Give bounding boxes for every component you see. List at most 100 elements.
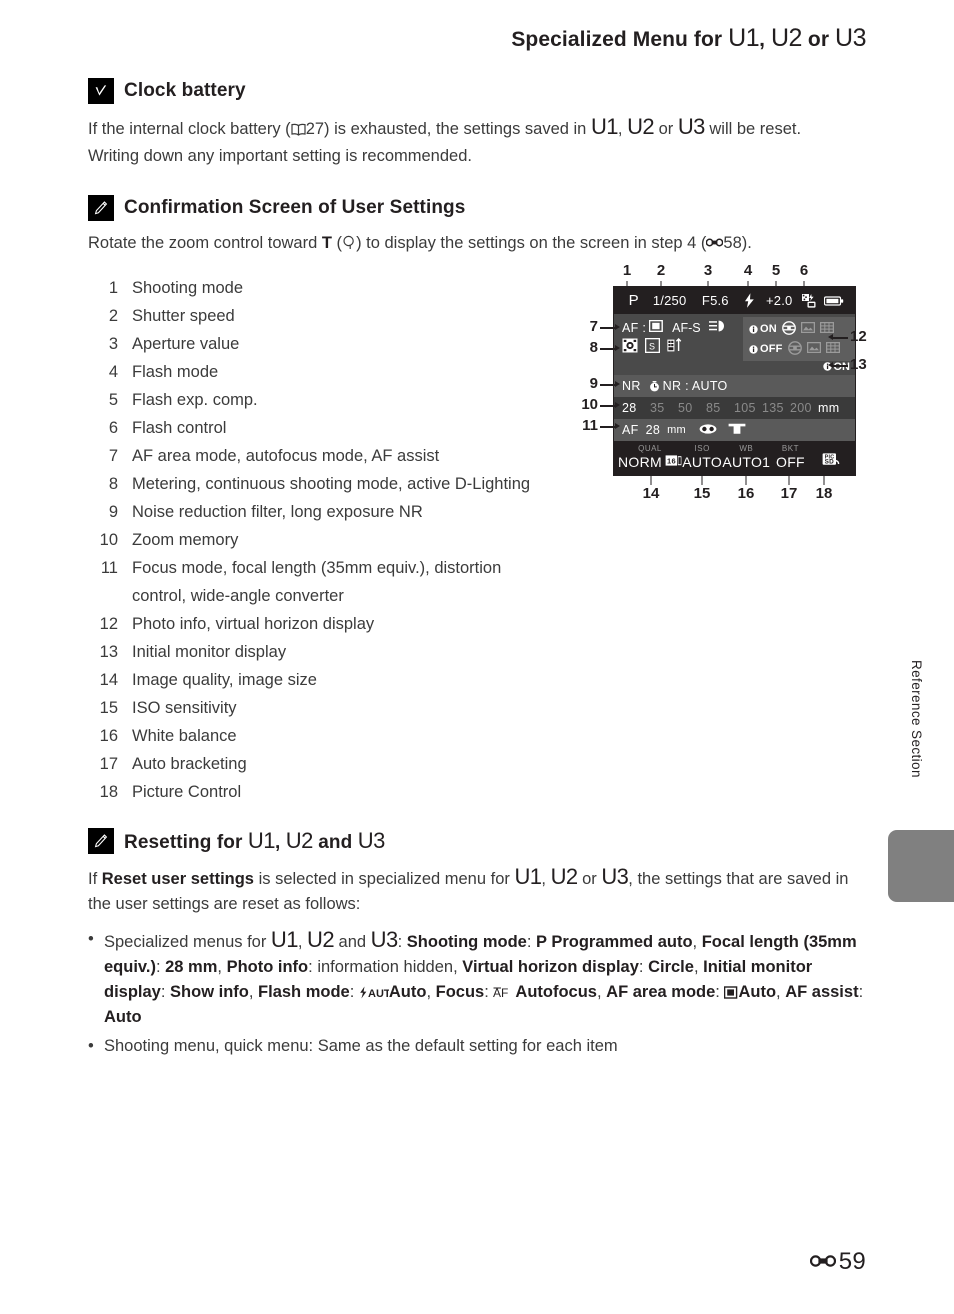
distortion-control-icon bbox=[699, 423, 717, 438]
clock-u2: U2 bbox=[627, 114, 655, 139]
resetting-u1: U1 bbox=[247, 828, 276, 853]
magnifier-tele-icon bbox=[342, 233, 356, 258]
aperture-value: F5.6 bbox=[701, 293, 729, 308]
callout-12: 12 bbox=[850, 328, 867, 345]
confirmation-intro: Rotate the zoom control toward T () to d… bbox=[88, 231, 874, 258]
list-item-number: 4 bbox=[108, 363, 118, 381]
pencil-note-icon bbox=[88, 828, 114, 854]
af-area-auto-icon bbox=[724, 983, 738, 1001]
callout-9: 9 bbox=[589, 375, 598, 392]
callout-11: 11 bbox=[582, 417, 598, 434]
camera-monitor-screen: P 1/250 F5.6 +2.0 AF : AF-S S ON OFF NR … bbox=[613, 286, 856, 476]
list-item-number: 6 bbox=[108, 419, 118, 437]
callout-16: 16 bbox=[737, 485, 755, 502]
clock-body-part-b: ) is exhausted, the settings saved in bbox=[324, 120, 591, 138]
list-item: • Shooting menu, quick menu: Same as the… bbox=[88, 1034, 874, 1059]
list-item: 5 Flash exp. comp. bbox=[88, 386, 558, 414]
list-item-label: Photo info, virtual horizon display bbox=[132, 615, 375, 633]
framing-grid-icon bbox=[825, 341, 840, 356]
zoom-mem-50: 50 bbox=[678, 401, 693, 415]
val-photo-info: information hidden bbox=[317, 958, 454, 976]
resetting-u2: U2 bbox=[285, 828, 314, 853]
list-item-number: 14 bbox=[99, 671, 118, 689]
list-item: 2 Shutter speed bbox=[88, 302, 558, 330]
photo-info-row-off: OFF bbox=[749, 339, 851, 359]
page-content: Clock battery If the internal clock batt… bbox=[88, 78, 874, 1063]
confirmation-intro-b: ( bbox=[331, 234, 343, 252]
zoom-t-label: T bbox=[321, 234, 332, 252]
page-number: 59 bbox=[838, 1248, 866, 1275]
list-item: 4 Flash mode bbox=[88, 358, 558, 386]
list-item-label: Flash mode bbox=[132, 363, 219, 381]
clock-battery-body: If the internal clock battery (27) is ex… bbox=[88, 114, 874, 169]
image-quality-group: NORM 16 bbox=[618, 454, 682, 470]
clock-body-ref: 27 bbox=[305, 120, 325, 138]
info-off-text: OFF bbox=[760, 343, 783, 355]
list-item: 14 Image quality, image size bbox=[88, 666, 558, 694]
list-item-label: Flash exp. comp. bbox=[132, 391, 258, 409]
iso-value: AUTO bbox=[682, 454, 723, 470]
list-item-number: 9 bbox=[108, 503, 118, 521]
header-sep2: or bbox=[801, 28, 836, 51]
list-item: 1 Shooting mode bbox=[88, 274, 558, 302]
list-item: 18 Picture Control bbox=[88, 778, 558, 806]
clock-battery-title: Clock battery bbox=[124, 80, 246, 101]
callout-18: 18 bbox=[815, 485, 833, 502]
b1-colon-4: : bbox=[308, 958, 318, 976]
clock-body-part-c: will be reset. bbox=[704, 120, 802, 138]
svg-text:SD: SD bbox=[824, 458, 834, 465]
clock-sep1: , bbox=[617, 120, 628, 138]
list-item-number: 15 bbox=[99, 699, 118, 717]
list-item: 11 Focus mode, focal length (35mm equiv.)… bbox=[88, 554, 558, 610]
virtual-horizon-icon bbox=[787, 340, 802, 358]
list-item: 6 Flash control bbox=[88, 414, 558, 442]
wide-angle-converter-icon bbox=[728, 423, 746, 438]
b1-sep2: and bbox=[333, 933, 371, 951]
list-item-label: ISO sensitivity bbox=[132, 699, 237, 717]
screen-middle-block: AF : AF-S S ON OFF bbox=[614, 314, 855, 375]
photo-info-icon bbox=[806, 341, 821, 356]
battery-icon bbox=[820, 295, 848, 306]
callout-4: 4 bbox=[743, 262, 753, 279]
pencil-note-icon bbox=[88, 195, 114, 221]
key-flash-mode: Flash mode bbox=[258, 983, 350, 1001]
wb-sublabel: WB bbox=[739, 444, 754, 453]
list-item-label: Auto bracketing bbox=[132, 755, 247, 773]
screen-nr-row: NR NR : AUTO bbox=[614, 375, 855, 397]
bracketing-cell: BKT OFF bbox=[770, 444, 810, 472]
val-flash-mode: Auto bbox=[388, 983, 427, 1001]
photo-info-panel: ON OFF bbox=[743, 317, 855, 361]
callout-13: 13 bbox=[850, 356, 867, 373]
white-balance-value: AUTO1 bbox=[722, 454, 771, 470]
list-item: 10 Zoom memory bbox=[88, 526, 558, 554]
clock-body-line2: Writing down any important setting is re… bbox=[88, 147, 472, 165]
picture-control-sd-icon: PIC SD bbox=[822, 452, 840, 467]
list-item: 16 White balance bbox=[88, 722, 558, 750]
svg-text:AUTO: AUTO bbox=[368, 988, 389, 999]
list-item: 17 Auto bracketing bbox=[88, 750, 558, 778]
list-item: • Specialized menus for U1, U2 and U3: S… bbox=[88, 927, 874, 1030]
virtual-horizon-icon bbox=[782, 320, 796, 338]
list-item: 13 Initial monitor display bbox=[88, 638, 558, 666]
zoom-mem-35: 35 bbox=[650, 401, 665, 415]
key-virtual-horizon: Virtual horizon display bbox=[462, 958, 639, 976]
list-item-label: Metering, continuous shooting mode, acti… bbox=[132, 475, 531, 493]
screen-focus-row: AF 28 mm bbox=[614, 419, 855, 441]
reset-bullet-2-text: Shooting menu, quick menu: Same as the d… bbox=[104, 1037, 618, 1055]
screen-top-row: P 1/250 F5.6 +2.0 bbox=[614, 287, 855, 314]
iso-sublabel: ISO bbox=[694, 444, 710, 453]
resetting-body-u3: U3 bbox=[601, 864, 629, 889]
resetting-para-b: is selected in specialized menu for bbox=[254, 870, 515, 888]
resetting-title: Resetting for U1, U2 and U3 bbox=[124, 828, 385, 854]
list-item: 3 Aperture value bbox=[88, 330, 558, 358]
header-u3: U3 bbox=[835, 24, 866, 52]
af-area-auto-icon bbox=[649, 319, 664, 335]
reset-bullet-1-text: Specialized menus for U1, U2 and U3: Sho… bbox=[104, 927, 864, 1026]
val-shooting-mode: Programmed auto bbox=[546, 933, 693, 951]
header-u2: U2 bbox=[770, 24, 802, 52]
resetting-heading: Resetting for U1, U2 and U3 bbox=[88, 828, 874, 854]
autofocus-mode-value: AF-S bbox=[672, 320, 701, 335]
list-item-number: 1 bbox=[108, 279, 118, 297]
reset-bullet-list: • Specialized menus for U1, U2 and U3: S… bbox=[88, 927, 874, 1059]
callout-6: 6 bbox=[799, 262, 809, 279]
